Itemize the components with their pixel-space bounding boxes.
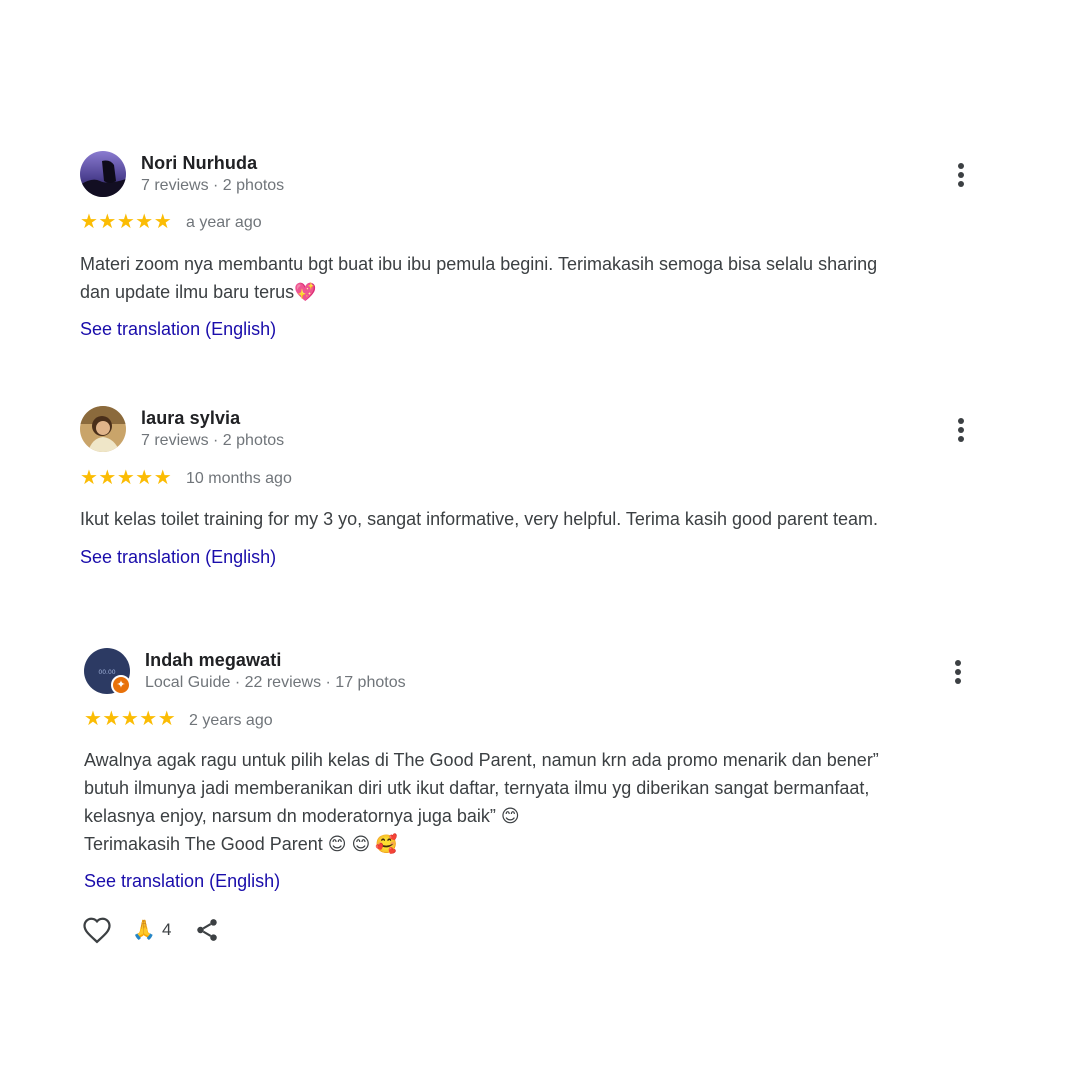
reviewer-name[interactable]: Indah megawati (145, 650, 281, 671)
more-vert-icon (955, 660, 961, 666)
local-guide-badge-icon: ✦ (111, 675, 131, 695)
reaction-count: 4 (162, 920, 172, 939)
folded-hands-icon[interactable]: 🙏 (132, 918, 156, 942)
reviewer-meta[interactable]: Local Guide · 22 reviews · 17 photos (145, 674, 406, 692)
review-time: 2 years ago (189, 712, 273, 729)
star-rating: ★★★★★ (84, 708, 177, 730)
review-text: Awalnya agak ragu untuk pilih kelas di T… (84, 750, 879, 854)
more-options-button[interactable] (948, 657, 968, 687)
see-translation-link[interactable]: See translation (English) (84, 871, 280, 892)
svg-text:00.00: 00.00 (98, 669, 115, 676)
review-card: 00.00 ✦ Indah megawati Local Guide · 22 … (0, 0, 1080, 960)
heart-icon[interactable] (82, 916, 112, 949)
share-icon[interactable] (194, 917, 220, 948)
